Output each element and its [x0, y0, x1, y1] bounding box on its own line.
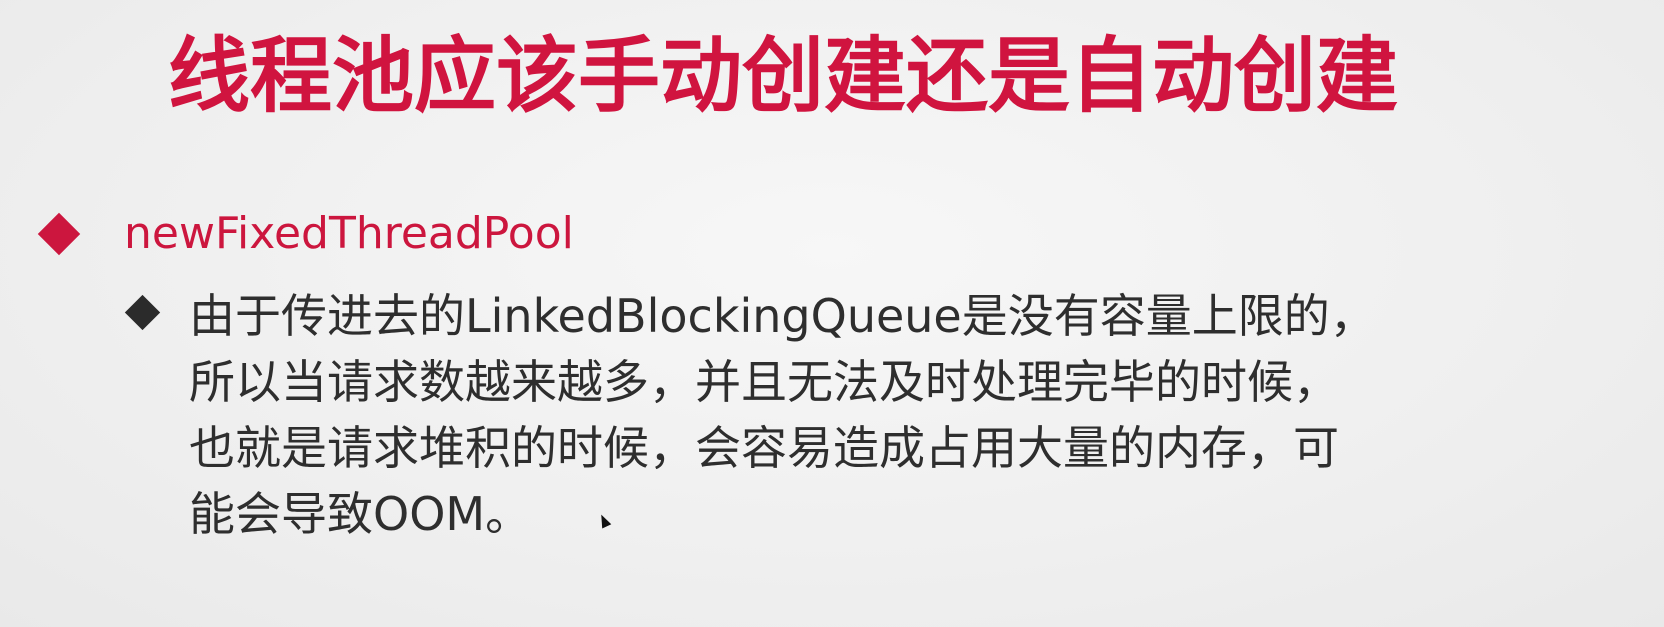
paragraph-line: 所以当请求数越来越多，并且无法及时处理完毕的时候，: [189, 355, 1339, 409]
bullet-level2-paragraph: 由于传进去的LinkedBlockingQueue是没有容量上限的， 所以当请求…: [189, 283, 1376, 547]
slide-title: 线程池应该手动创建还是自动创建: [168, 29, 1399, 124]
paragraph-line: 由于传进去的LinkedBlockingQueue是没有容量上限的，: [189, 289, 1376, 343]
diamond-bullet-icon: [124, 294, 161, 331]
bullet-level1-text: newFixedThreadPool: [124, 208, 574, 259]
slide: 线程池应该手动创建还是自动创建 newFixedThreadPool 由于传进去…: [0, 0, 1664, 627]
diamond-bullet-icon: [37, 212, 81, 256]
bullet-item-level1: newFixedThreadPool: [37, 206, 574, 262]
paragraph-line: 也就是请求堆积的时候，会容易造成占用大量的内存，可: [189, 421, 1339, 475]
bullet-item-level2: 由于传进去的LinkedBlockingQueue是没有容量上限的， 所以当请求…: [124, 283, 1546, 547]
paragraph-line: 能会导致OOM。: [189, 487, 532, 541]
